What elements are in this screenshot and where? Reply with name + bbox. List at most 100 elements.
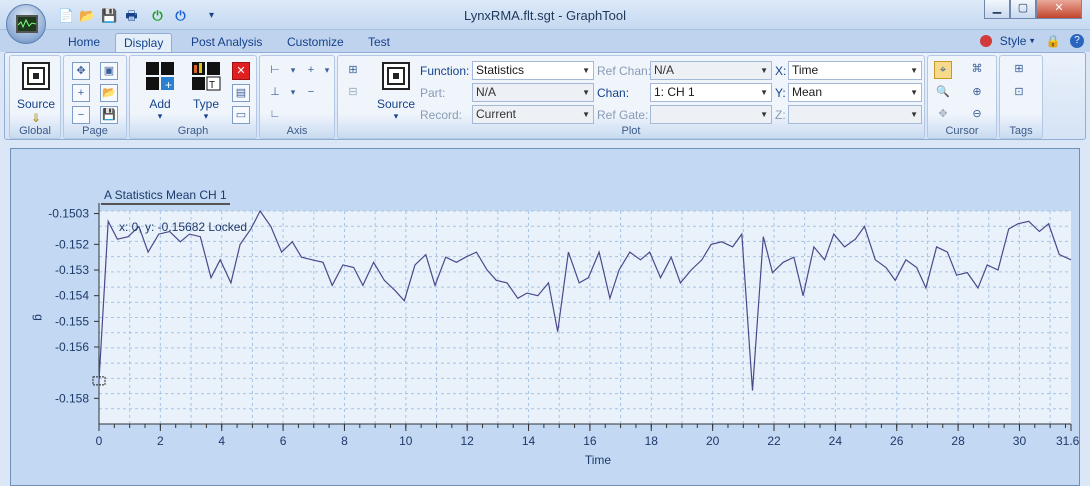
- group-plot-label: Plot: [621, 125, 641, 137]
- group-global-label: Global: [19, 125, 51, 137]
- ref-chan-dropdown-icon: ▼: [760, 66, 768, 75]
- plot-add-icon[interactable]: ⊞: [344, 62, 362, 80]
- axis-x-icon[interactable]: ⊢: [266, 62, 284, 80]
- tab-customize[interactable]: Customize: [279, 33, 352, 52]
- ribbon: Source ⇓ Global ✥ ▣ + 📂 − 💾 Page + Add ▾…: [4, 52, 1086, 140]
- maximize-button[interactable]: ▢: [1010, 0, 1036, 19]
- minimize-button[interactable]: ▁: [984, 0, 1010, 19]
- axis-y-icon[interactable]: ⊥: [266, 84, 284, 102]
- axis-add-dropdown-icon[interactable]: ▾: [318, 62, 336, 80]
- graph-add-button[interactable]: + Add ▾: [140, 60, 180, 122]
- y-dropdown-icon: ▼: [910, 88, 918, 97]
- app-menu-button[interactable]: [6, 4, 46, 44]
- page-select-icon[interactable]: ▣: [100, 62, 118, 80]
- page-save-icon[interactable]: 💾: [100, 106, 118, 124]
- x-tick-label: 16: [583, 434, 597, 448]
- cursor-remove-icon[interactable]: ⊖: [968, 106, 986, 124]
- tab-display[interactable]: Display: [115, 33, 173, 52]
- plot-source-icon: [382, 62, 410, 90]
- style-color-icon[interactable]: [980, 34, 993, 47]
- chan-label: Chan:: [597, 86, 630, 100]
- graph-type-label: Type: [192, 97, 219, 111]
- x-tick-label: 28: [951, 434, 965, 448]
- ref-chan-select[interactable]: N/A ▼: [650, 61, 772, 80]
- tab-home[interactable]: Home: [60, 33, 108, 52]
- cursor-pan-icon[interactable]: ✥: [934, 106, 952, 124]
- page-remove-icon[interactable]: −: [72, 106, 90, 124]
- help-icon[interactable]: ?: [1070, 33, 1084, 48]
- x-tick-label: 24: [829, 434, 843, 448]
- page-move-icon[interactable]: ✥: [72, 62, 90, 80]
- chan-value: 1: CH 1: [654, 85, 695, 99]
- x-axis-title: Time: [585, 453, 612, 467]
- axis-y-dropdown-icon[interactable]: ▾: [284, 84, 302, 102]
- tag-add-icon[interactable]: ⊞: [1010, 61, 1028, 79]
- z-select[interactable]: ▼: [788, 105, 922, 124]
- legend[interactable]: A Statistics Mean CH 1: [101, 187, 230, 205]
- cursor-add-icon[interactable]: ⊕: [968, 84, 986, 102]
- record-select[interactable]: Current ▼: [472, 105, 594, 124]
- style-menu[interactable]: Style: [1000, 34, 1027, 48]
- part-value: N/A: [476, 85, 497, 99]
- tab-post-analysis[interactable]: Post Analysis: [183, 33, 270, 52]
- x-tick-label: 18: [645, 434, 659, 448]
- svg-text:T: T: [209, 80, 215, 91]
- group-global: Source ⇓ Global: [9, 55, 61, 139]
- chan-select[interactable]: 1: CH 1 ▼: [650, 83, 772, 102]
- style-area: Style ▾ 🔒 ?: [980, 33, 1084, 50]
- x-select[interactable]: Time ▼: [788, 61, 922, 80]
- lock-icon[interactable]: 🔒: [1046, 34, 1061, 48]
- function-select[interactable]: Statistics ▼: [472, 61, 594, 80]
- plot-source-button[interactable]: Source ▾: [376, 60, 416, 122]
- axis-x-dropdown-icon[interactable]: ▾: [284, 62, 302, 80]
- global-source-label: Source: [16, 97, 56, 111]
- cursor-peak-icon[interactable]: ⌘: [968, 61, 986, 79]
- y-tick-label: -0.155: [55, 314, 89, 328]
- tab-test[interactable]: Test: [360, 33, 398, 52]
- graph-delete-icon[interactable]: ✕: [232, 62, 250, 80]
- y-select[interactable]: Mean ▼: [788, 83, 922, 102]
- x-tick-label: 31.68: [1056, 434, 1079, 448]
- function-label: Function:: [420, 64, 470, 78]
- part-label: Part:: [420, 86, 446, 100]
- window-title: LynxRMA.flt.sgt - GraphTool: [463, 8, 627, 23]
- page-add-icon[interactable]: +: [72, 84, 90, 102]
- y-tick-label: -0.1503: [48, 207, 89, 221]
- x-tick-label: 8: [341, 434, 348, 448]
- plot-remove-icon[interactable]: ⊟: [344, 84, 362, 102]
- group-tags: ⊞ ⊡ Tags: [999, 55, 1043, 139]
- group-axis: ⊢ ▾ + ▾ ⊥ ▾ − ∟ Axis: [259, 55, 335, 139]
- z-label: Z:: [775, 108, 786, 122]
- global-source-arrow-icon: ⇓: [30, 111, 42, 125]
- graph-type-dropdown-icon: ▾: [203, 111, 209, 121]
- axis-xy-icon[interactable]: ∟: [266, 106, 284, 124]
- group-graph-label: Graph: [177, 125, 209, 137]
- cursor-readout: x: 0, y: -0.15682 Locked: [119, 220, 248, 234]
- ref-gate-select[interactable]: ▼: [650, 105, 772, 124]
- record-label: Record:: [420, 108, 463, 122]
- cursor-zoom-icon[interactable]: 🔍: [934, 84, 952, 102]
- graph-add-label: Add: [149, 97, 171, 111]
- svg-text:+: +: [165, 78, 172, 92]
- group-page-label: Page: [82, 125, 108, 137]
- x-tick-label: 0: [96, 434, 103, 448]
- y-label: Y:: [775, 86, 786, 100]
- global-source-button[interactable]: Source ⇓: [16, 60, 56, 125]
- group-axis-label: Axis: [286, 125, 308, 137]
- tag-edit-icon[interactable]: ⊡: [1010, 84, 1028, 102]
- cursor-crosshair-icon[interactable]: ⌖: [934, 61, 952, 79]
- graph-clear-icon[interactable]: ▭: [232, 106, 250, 124]
- style-dropdown-icon[interactable]: ▾: [1030, 35, 1035, 45]
- x-dropdown-icon: ▼: [910, 66, 918, 75]
- part-dropdown-icon: ▼: [582, 88, 590, 97]
- axis-remove-icon[interactable]: −: [302, 84, 320, 102]
- graph-layout-icon[interactable]: ▤: [232, 84, 250, 102]
- plot-area[interactable]: 02468101214161820222426283031.68-0.1503-…: [10, 148, 1080, 486]
- close-button[interactable]: ✕: [1036, 0, 1082, 19]
- page-open-icon[interactable]: 📂: [100, 84, 118, 102]
- title-bar: 📄 📂 💾 🖶 ⏻ ⏻ ▾ LynxRMA.flt.sgt - GraphToo…: [0, 0, 1090, 30]
- record-dropdown-icon: ▼: [582, 110, 590, 119]
- graph-type-button[interactable]: T Type ▾: [186, 60, 226, 122]
- part-select[interactable]: N/A ▼: [472, 83, 594, 102]
- x-value: Time: [792, 63, 819, 77]
